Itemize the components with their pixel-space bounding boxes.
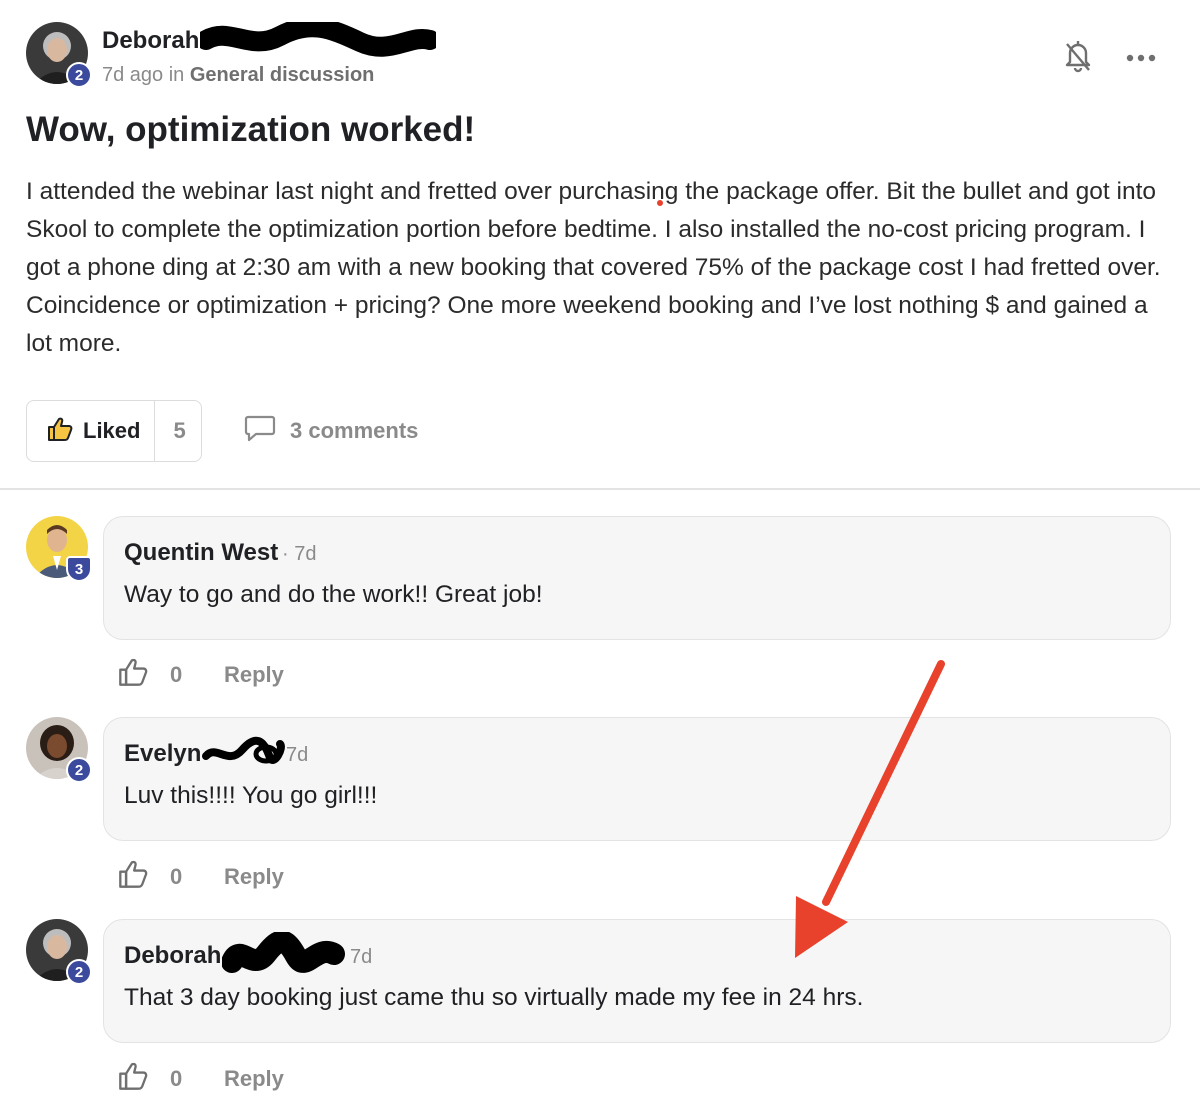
reply-button[interactable]: Reply bbox=[224, 662, 284, 688]
comment-author[interactable]: Quentin West bbox=[124, 539, 278, 567]
reply-button[interactable]: Reply bbox=[224, 864, 284, 890]
comment-author[interactable]: Evelyn bbox=[124, 740, 201, 768]
redaction-scribble bbox=[200, 22, 436, 57]
like-label: Liked bbox=[83, 418, 141, 443]
comment-actions: 0 Reply bbox=[118, 859, 284, 894]
like-count: 5 bbox=[173, 418, 186, 443]
thumbs-up-icon[interactable] bbox=[118, 657, 148, 692]
redaction-scribble bbox=[202, 736, 285, 764]
section-divider bbox=[0, 488, 1200, 490]
comment-actions: 0 Reply bbox=[118, 657, 284, 692]
cursor-dot bbox=[657, 200, 663, 206]
comment-author[interactable]: Deborah bbox=[124, 942, 221, 970]
redaction-scribble bbox=[222, 932, 345, 973]
post-body: I attended the webinar last night and fr… bbox=[26, 178, 1161, 357]
comment-bubble-icon bbox=[244, 414, 276, 448]
comments-count-label: 3 comments bbox=[290, 418, 419, 443]
comment-text: Luv this!!!! You go girl!!! bbox=[124, 782, 378, 809]
comment-bubble: Deborah 7d That 3 day booking just came … bbox=[103, 919, 1171, 1043]
comment-level-badge: 3 bbox=[66, 556, 92, 582]
thumbs-up-icon bbox=[47, 416, 73, 447]
thumbs-up-icon[interactable] bbox=[118, 1061, 148, 1096]
reply-button[interactable]: Reply bbox=[224, 1066, 284, 1092]
comment-level-badge: 2 bbox=[66, 757, 92, 783]
comment-bubble: Quentin West · 7d Way to go and do the w… bbox=[103, 516, 1171, 640]
post-title: Wow, optimization worked! bbox=[26, 110, 476, 149]
like-button[interactable]: Liked 5 bbox=[26, 400, 202, 462]
comment-level-badge: 2 bbox=[66, 959, 92, 985]
comment-time: 7d bbox=[350, 946, 373, 968]
comment-like-count: 0 bbox=[170, 1065, 183, 1091]
comment-text: Way to go and do the work!! Great job! bbox=[124, 581, 543, 608]
comment-time: · 7d bbox=[282, 543, 317, 565]
comment-bubble: Evelyn 7d Luv this!!!! You go girl!!! bbox=[103, 717, 1171, 841]
comment-time: 7d bbox=[286, 744, 309, 766]
thumbs-up-icon[interactable] bbox=[118, 859, 148, 894]
post-category-link[interactable]: General discussion bbox=[190, 64, 375, 86]
post-time: 7d ago in bbox=[102, 64, 185, 86]
post-meta: 7d ago in General discussion bbox=[102, 64, 374, 87]
bell-off-icon[interactable] bbox=[1064, 38, 1092, 79]
post-author-name[interactable]: Deborah bbox=[102, 27, 199, 55]
comment-text: That 3 day booking just came thu so virt… bbox=[124, 984, 864, 1011]
comments-link[interactable]: 3 comments bbox=[244, 414, 418, 448]
post-author-level-badge: 2 bbox=[66, 62, 92, 88]
comment-actions: 0 Reply bbox=[118, 1061, 284, 1096]
more-dots-icon[interactable] bbox=[1126, 50, 1156, 68]
comment-like-count: 0 bbox=[170, 863, 183, 889]
comment-like-count: 0 bbox=[170, 661, 183, 687]
